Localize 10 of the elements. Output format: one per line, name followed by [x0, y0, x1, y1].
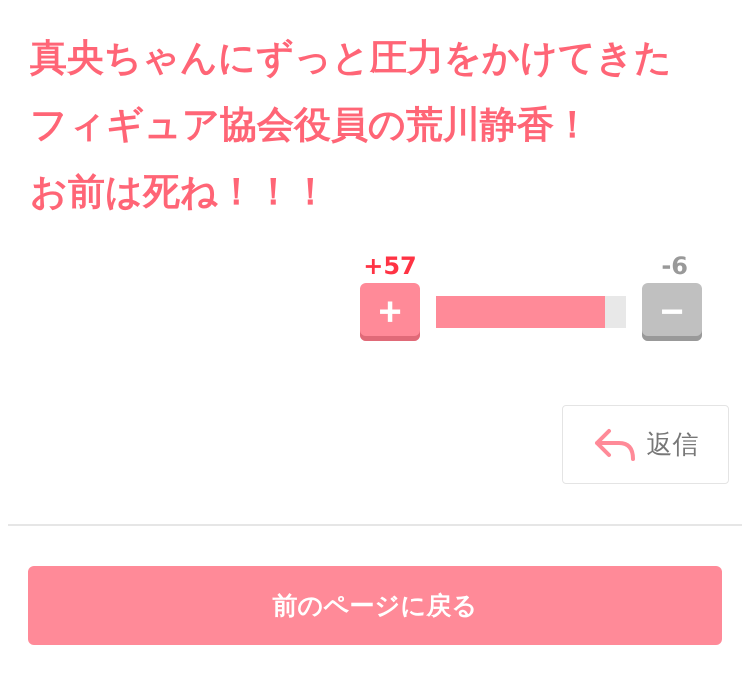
upvote-count: +57 [363, 253, 417, 279]
downvote-count: -6 [661, 253, 688, 279]
comment-text-line: フィギュア協会役員の荒川静香！ [30, 102, 591, 148]
reply-button[interactable]: 返信 [562, 405, 729, 484]
downvote-button[interactable]: − [642, 283, 702, 341]
reply-arrow-icon [592, 426, 636, 462]
comment-text-line: お前は死ね！！！ [30, 169, 329, 215]
back-button[interactable]: 前のページに戻る [28, 566, 722, 645]
comment-text-line: 真央ちゃんにずっと圧力をかけてきた [30, 35, 672, 81]
upvote-button[interactable]: + [360, 283, 420, 341]
